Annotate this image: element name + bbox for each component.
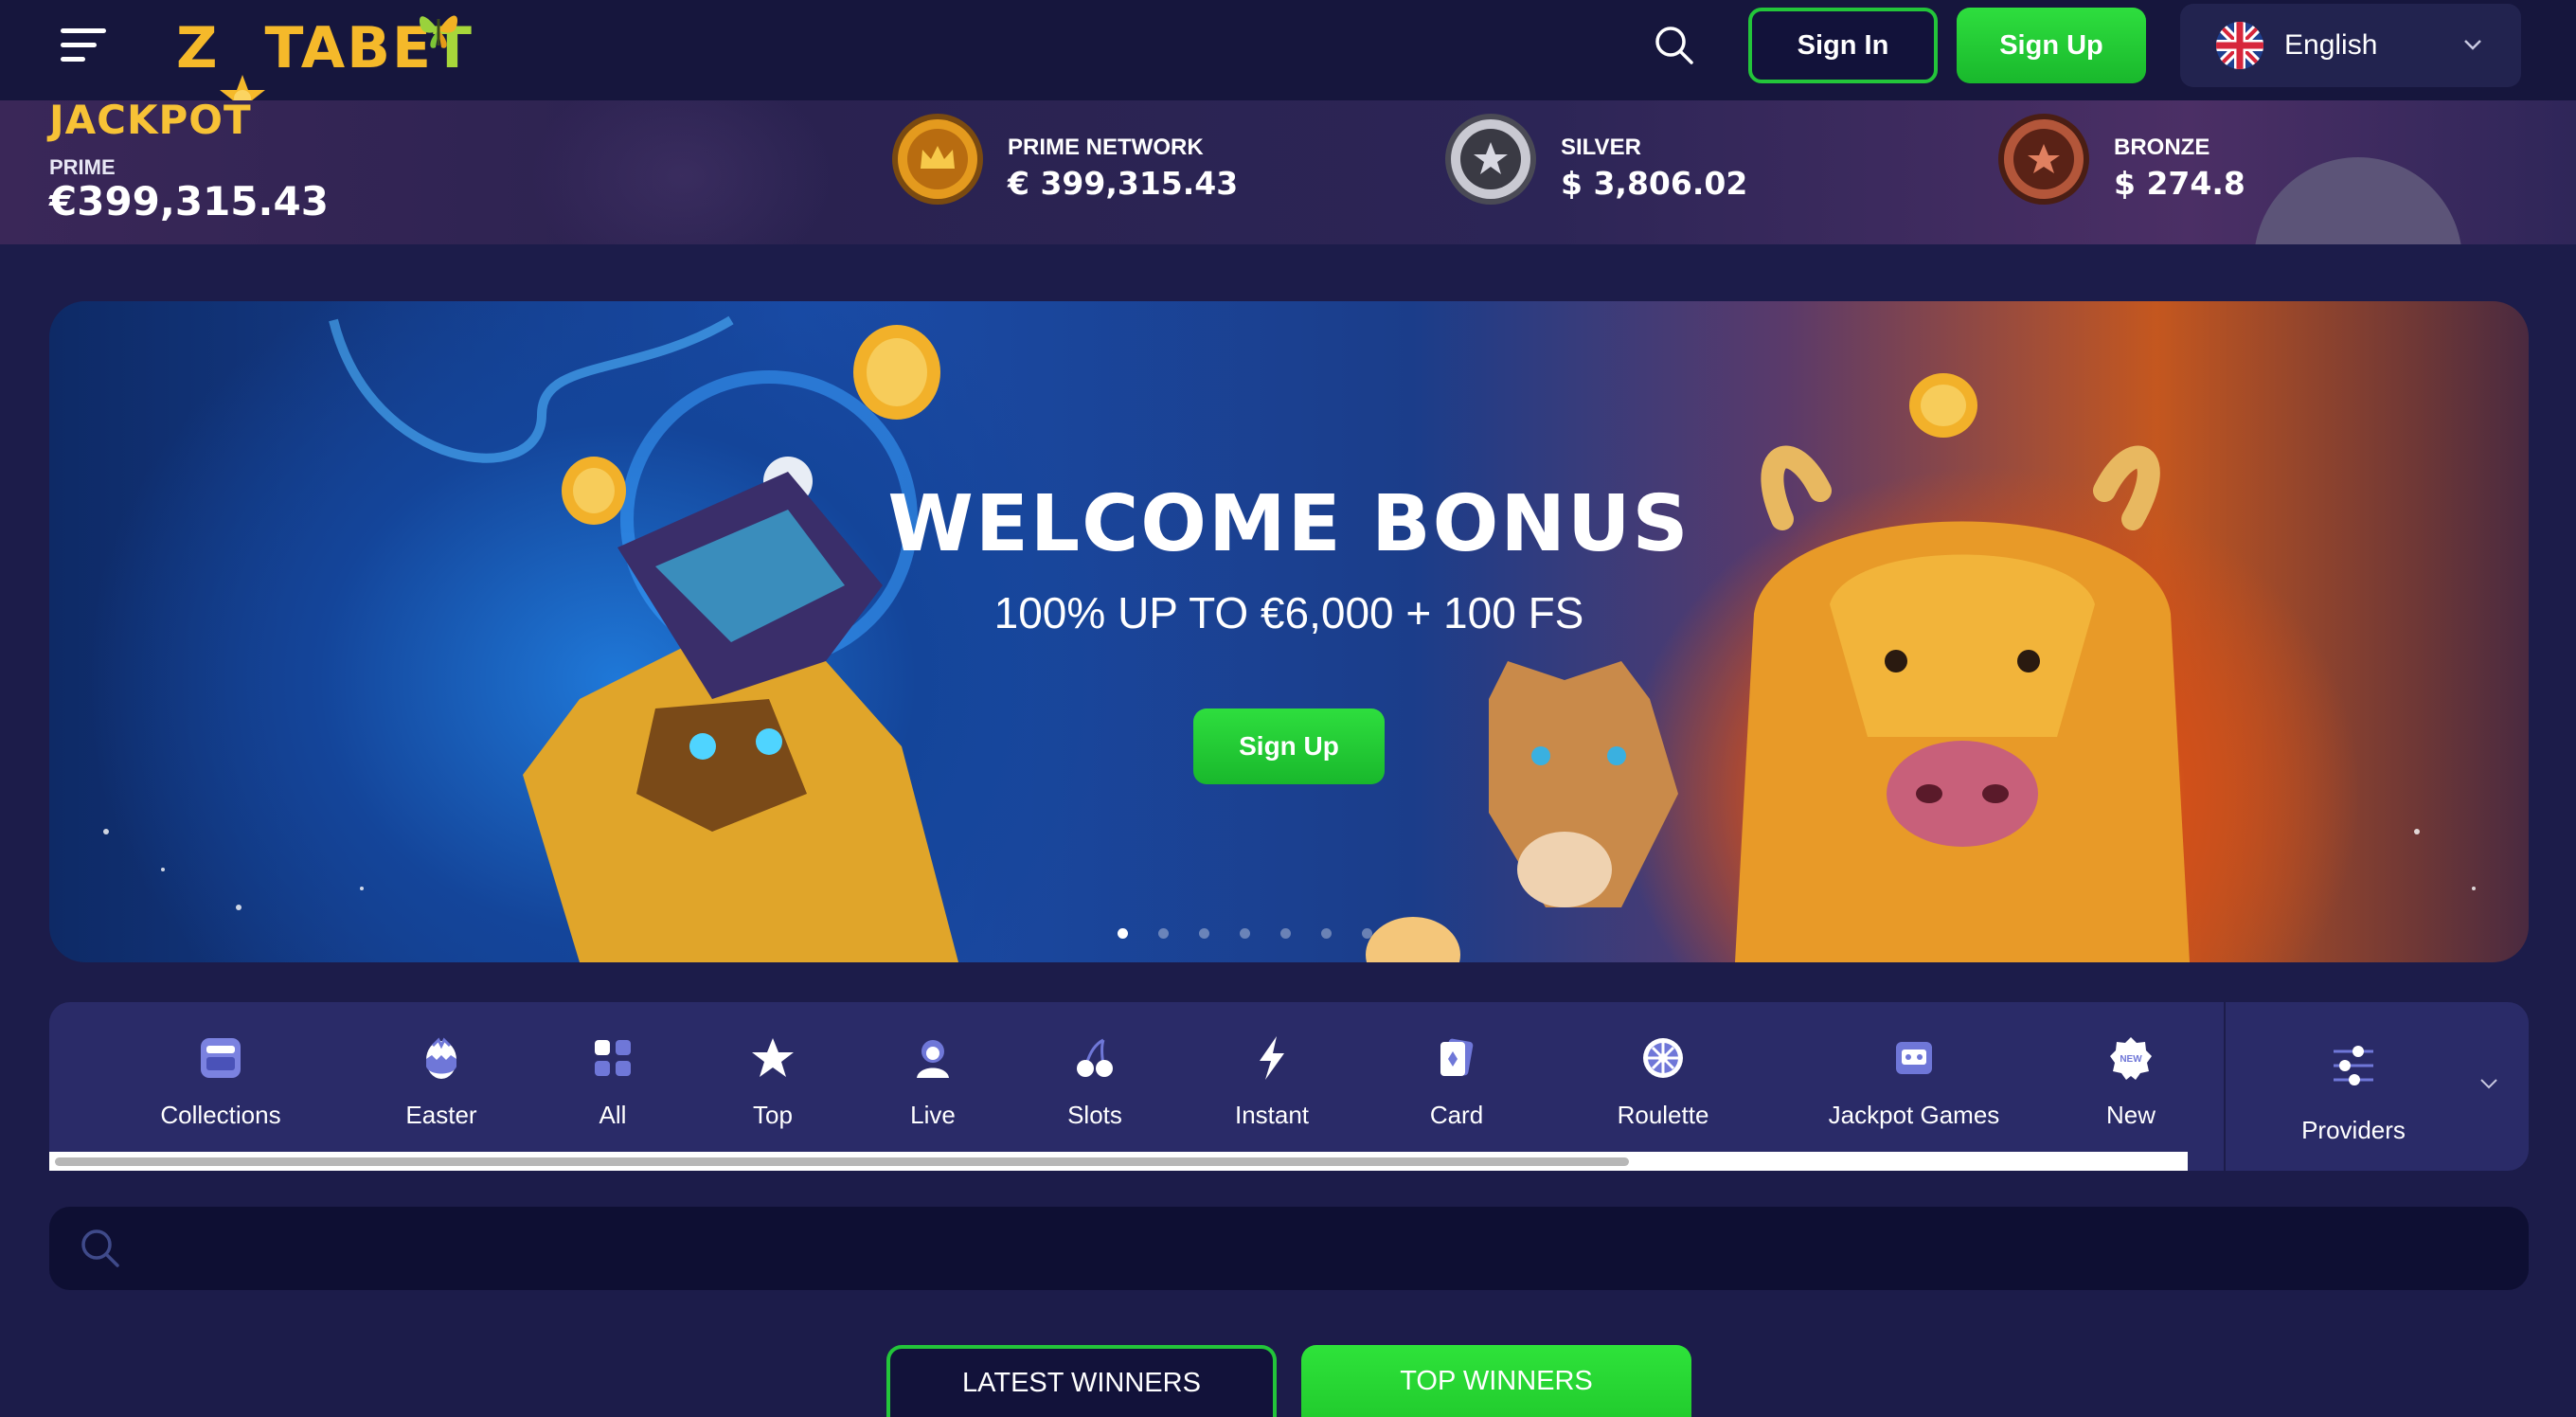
jackpot-strip: JACKPOT PRIME €399,315.43 PRIME NETWORK … [0,100,2576,244]
category-label: Card [1429,1101,1484,1129]
chevron-down-icon [2464,40,2481,50]
sliders-icon [2334,1046,2373,1085]
search-button[interactable] [1652,23,1697,68]
carousel-dot[interactable] [1199,928,1209,939]
category-label: Easter [405,1101,477,1129]
jackpot-label: BRONZE [2114,135,2210,160]
roulette-icon [1643,1038,1683,1078]
language-label: English [2284,29,2378,61]
search-icon [81,1229,119,1267]
easter-egg-icon [426,1037,456,1079]
star-icon [752,1038,794,1077]
prime-label: PRIME [49,155,116,179]
category-label: Top [753,1101,793,1129]
menu-icon[interactable] [61,28,108,63]
prime-value: €399,315.43 [49,178,329,224]
category-all[interactable]: All [534,1002,691,1154]
tab-latest-winners[interactable]: LATEST WINNERS [886,1345,1277,1417]
game-search-input[interactable] [140,1220,2489,1277]
carousel-dot[interactable] [1118,928,1128,939]
category-label: Jackpot Games [1828,1101,2000,1129]
category-slots[interactable]: Slots [1011,1002,1178,1154]
category-label: All [599,1101,627,1129]
carousel-dot[interactable] [1362,928,1372,939]
banner-sign-up-button[interactable]: Sign Up [1193,708,1385,784]
chevron-down-icon [2480,1079,2497,1089]
category-label: Live [910,1101,956,1129]
jackpot-value: $ 274.8 [2114,165,2245,202]
jackpot-label: SILVER [1561,135,1641,160]
bronze-star-coin-icon [1998,114,2089,205]
providers-dropdown[interactable]: Providers [2224,1002,2529,1171]
category-label: Instant [1234,1101,1310,1129]
site-header: Z TABET Sign In Sign Up English [0,0,2576,118]
category-scrollbar-thumb[interactable] [55,1157,1629,1166]
category-collections[interactable]: Collections [104,1002,337,1154]
butterfly-icon [419,15,458,48]
logo-text: Z [176,15,220,81]
uk-flag-icon [2216,22,2263,69]
category-easter[interactable]: Easter [349,1002,534,1154]
category-live[interactable]: Live [854,1002,1011,1154]
category-label: Collections [160,1101,281,1129]
jackpot-value: $ 3,806.02 [1561,165,1748,202]
search-icon [1655,27,1693,64]
logo-text: TABE [264,15,433,81]
jackpot-label: PRIME NETWORK [1008,135,1204,160]
live-dealer-icon [917,1040,949,1078]
category-label: New [2105,1101,2156,1129]
category-roulette[interactable]: Roulette [1547,1002,1779,1154]
jackpot-machine-icon [1896,1042,1932,1074]
lightning-icon [1260,1036,1284,1080]
gold-crown-coin-icon [892,114,983,205]
welcome-banner[interactable]: WELCOME BONUS 100% UP TO €6,000 + 100 FS… [49,301,2529,962]
carousel-dot[interactable] [1280,928,1291,939]
svg-text:NEW: NEW [2120,1054,2142,1065]
category-label: Roulette [1617,1101,1709,1129]
category-top[interactable]: Top [691,1002,854,1154]
providers-label: Providers [2301,1116,2406,1144]
category-card[interactable]: Card [1366,1002,1547,1154]
carousel-dot[interactable] [1321,928,1332,939]
card-icon [1440,1038,1474,1076]
new-badge-icon: NEW [2110,1037,2152,1080]
grid-icon [595,1040,631,1076]
carousel-dots [1118,928,1372,939]
banner-subtitle: 100% UP TO €6,000 + 100 FS [993,588,1584,637]
category-nav: Collections Easter All Top Live Slots In… [49,1002,2529,1171]
carousel-dot[interactable] [1158,928,1169,939]
jackpot-title: JACKPOT [49,100,252,143]
sign-in-button[interactable]: Sign In [1748,8,1938,83]
cherry-icon [1077,1038,1113,1077]
sign-up-button[interactable]: Sign Up [1957,8,2146,83]
logo[interactable]: Z TABET [176,15,474,118]
carousel-dot[interactable] [1240,928,1250,939]
category-label: Slots [1067,1101,1122,1129]
game-search-bar[interactable] [49,1207,2529,1290]
category-jackpot-games[interactable]: Jackpot Games [1779,1002,2049,1154]
collections-icon [201,1038,241,1078]
category-new[interactable]: NEW New [2049,1002,2212,1154]
language-selector[interactable]: English [2180,4,2521,87]
category-instant[interactable]: Instant [1178,1002,1366,1154]
silver-star-coin-icon [1445,114,1536,205]
banner-title: WELCOME BONUS [887,479,1690,569]
tab-top-winners[interactable]: TOP WINNERS [1301,1345,1691,1417]
jackpot-value: € 399,315.43 [1008,165,1239,202]
